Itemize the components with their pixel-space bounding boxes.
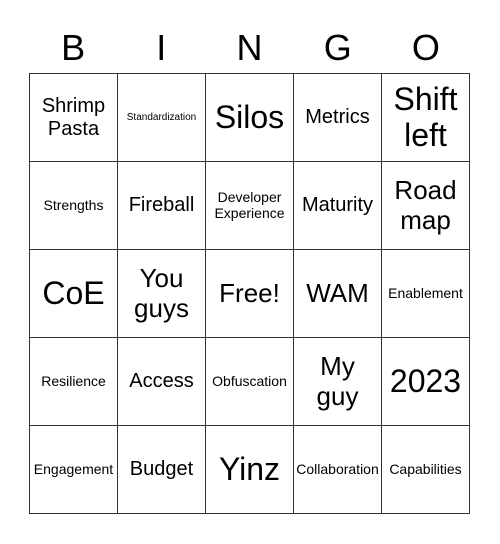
bingo-header: B I N G O <box>29 26 470 70</box>
bingo-cell[interactable]: Shift left <box>382 74 470 162</box>
bingo-grid: Shrimp Pasta Standardization Silos Metrics S… <box>29 73 470 514</box>
bingo-cell[interactable]: Metrics <box>294 74 382 162</box>
bingo-cell[interactable]: Fireball <box>118 162 206 250</box>
header-letter-o: O <box>411 27 440 68</box>
bingo-cell[interactable]: Resilience <box>30 338 118 426</box>
bingo-cell[interactable]: 2023 <box>382 338 470 426</box>
bingo-cell[interactable]: Enablement <box>382 250 470 338</box>
bingo-cell[interactable]: Access <box>118 338 206 426</box>
bingo-cell[interactable]: Budget <box>118 426 206 514</box>
bingo-cell[interactable]: Standardization <box>118 74 206 162</box>
bingo-cell[interactable]: Maturity <box>294 162 382 250</box>
bingo-cell[interactable]: You guys <box>118 250 206 338</box>
header-letter-n: N <box>236 27 263 68</box>
bingo-cell[interactable]: Obfuscation <box>206 338 294 426</box>
bingo-cell[interactable]: Yinz <box>206 426 294 514</box>
bingo-cell[interactable]: Free! <box>206 250 294 338</box>
header-letter-g: G <box>323 27 352 68</box>
bingo-cell[interactable]: Strengths <box>30 162 118 250</box>
bingo-cell[interactable]: My guy <box>294 338 382 426</box>
bingo-cell[interactable]: CoE <box>30 250 118 338</box>
bingo-cell[interactable]: Engagement <box>30 426 118 514</box>
bingo-cell[interactable]: Silos <box>206 74 294 162</box>
bingo-cell[interactable]: WAM <box>294 250 382 338</box>
bingo-cell[interactable]: Shrimp Pasta <box>30 74 118 162</box>
bingo-cell[interactable]: Capabilities <box>382 426 470 514</box>
header-letter-b: B <box>61 27 86 68</box>
header-letter-i: I <box>156 27 167 68</box>
bingo-cell[interactable]: Road map <box>382 162 470 250</box>
bingo-cell[interactable]: Collaboration <box>294 426 382 514</box>
bingo-cell[interactable]: Developer Experience <box>206 162 294 250</box>
